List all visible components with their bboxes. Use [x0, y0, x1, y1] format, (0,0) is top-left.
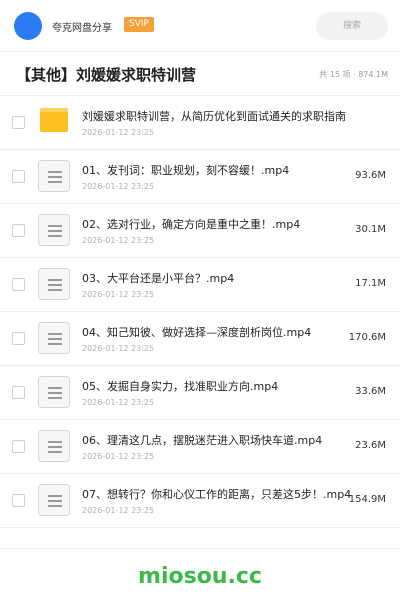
file-name[interactable]: 01、发刊词：职业规划，刻不容缓！.mp4: [82, 162, 352, 178]
file-date: 2026-01-12 23:25: [82, 290, 155, 299]
avatar[interactable]: [14, 12, 42, 40]
list-item[interactable]: 03、大平台还是小平台？.mp4 2026-01-12 23:25 17.1M: [0, 258, 400, 312]
file-name[interactable]: 06、理清这几点，摆脱迷茫进入职场快车道.mp4: [82, 432, 352, 448]
row-checkbox[interactable]: [12, 278, 25, 291]
video-file-icon: [38, 484, 70, 516]
folder-icon: [40, 108, 68, 132]
list-item[interactable]: 刘媛媛求职特训营，从简历优化到面试通关的求职指南 2026-01-12 23:25: [0, 96, 400, 150]
title-bar: 【其他】刘媛媛求职特训营 共 15 项 · 874.1M: [0, 52, 400, 96]
watermark: miosou.cc: [138, 564, 262, 589]
file-date: 2026-01-12 23:25: [82, 128, 155, 137]
file-date: 2026-01-12 23:25: [82, 452, 155, 461]
row-checkbox[interactable]: [12, 332, 25, 345]
list-item[interactable]: 07、想转行？你和心仪工作的距离，只差这5步！.mp4 2026-01-12 23…: [0, 474, 400, 528]
video-file-icon: [38, 376, 70, 408]
row-checkbox[interactable]: [12, 494, 25, 507]
row-checkbox[interactable]: [12, 386, 25, 399]
file-size: 93.6M: [355, 170, 386, 181]
row-checkbox[interactable]: [12, 116, 25, 129]
file-date: 2026-01-12 23:25: [82, 398, 155, 407]
file-name[interactable]: 05、发掘自身实力，找准职业方向.mp4: [82, 378, 352, 394]
file-name[interactable]: 03、大平台还是小平台？.mp4: [82, 270, 352, 286]
file-count-meta: 共 15 项 · 874.1M: [319, 70, 388, 79]
row-checkbox[interactable]: [12, 440, 25, 453]
file-date: 2026-01-12 23:25: [82, 182, 155, 191]
video-file-icon: [38, 214, 70, 246]
file-name[interactable]: 刘媛媛求职特训营，从简历优化到面试通关的求职指南: [82, 108, 382, 124]
file-list: 刘媛媛求职特训营，从简历优化到面试通关的求职指南 2026-01-12 23:25…: [0, 96, 400, 528]
file-date: 2026-01-12 23:25: [82, 344, 155, 353]
list-item[interactable]: 02、选对行业，确定方向是重中之重！.mp4 2026-01-12 23:25 30…: [0, 204, 400, 258]
file-date: 2026-01-12 23:25: [82, 236, 155, 245]
list-item[interactable]: 05、发掘自身实力，找准职业方向.mp4 2026-01-12 23:25 33.6…: [0, 366, 400, 420]
row-checkbox[interactable]: [12, 224, 25, 237]
list-item[interactable]: 01、发刊词：职业规划，刻不容缓！.mp4 2026-01-12 23:25 93.…: [0, 150, 400, 204]
file-date: 2026-01-12 23:25: [82, 506, 155, 515]
file-size: 17.1M: [355, 278, 386, 289]
brand-name: 夸克网盘分享: [52, 23, 112, 34]
search-input[interactable]: 搜索: [316, 12, 388, 40]
divider: [0, 548, 400, 549]
row-checkbox[interactable]: [12, 170, 25, 183]
file-name[interactable]: 07、想转行？你和心仪工作的距离，只差这5步！.mp4: [82, 486, 352, 502]
file-name[interactable]: 02、选对行业，确定方向是重中之重！.mp4: [82, 216, 352, 232]
svip-badge: SVIP: [124, 17, 154, 32]
list-item[interactable]: 04、知己知彼、做好选择—深度剖析岗位.mp4 2026-01-12 23:25 1…: [0, 312, 400, 366]
video-file-icon: [38, 160, 70, 192]
file-size: 23.6M: [355, 440, 386, 451]
file-size: 154.9M: [348, 494, 386, 505]
list-item[interactable]: 06、理清这几点，摆脱迷茫进入职场快车道.mp4 2026-01-12 23:25…: [0, 420, 400, 474]
file-size: 33.6M: [355, 386, 386, 397]
page-title: 【其他】刘媛媛求职特训营: [16, 66, 197, 84]
video-file-icon: [38, 430, 70, 462]
header-bar: 夸克网盘分享 SVIP 搜索: [0, 0, 400, 52]
file-size: 30.1M: [355, 224, 386, 235]
file-size: 170.6M: [348, 332, 386, 343]
video-file-icon: [38, 268, 70, 300]
file-name[interactable]: 04、知己知彼、做好选择—深度剖析岗位.mp4: [82, 324, 352, 340]
video-file-icon: [38, 322, 70, 354]
